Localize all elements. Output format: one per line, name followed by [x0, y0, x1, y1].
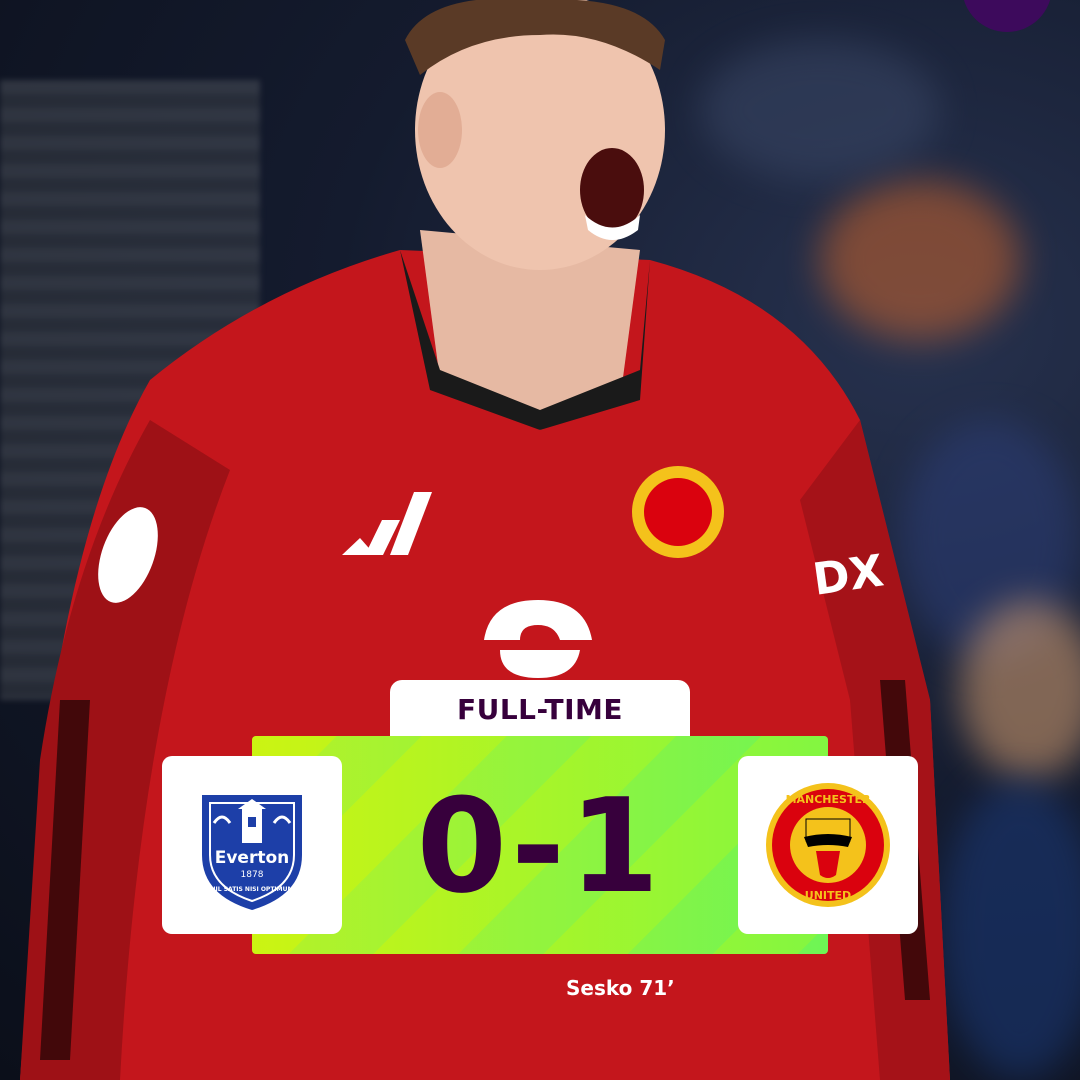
- match-status-text: FULL-TIME: [456, 692, 624, 726]
- match-result-graphic: DX FULL-TIME 0-1 Everton 1878 NIL SATIS …: [0, 0, 1080, 1080]
- score-text: 0-1: [416, 770, 664, 922]
- goal-scorer-text: Sesko 71’: [566, 976, 675, 1000]
- svg-text:DX: DX: [810, 545, 887, 605]
- full-time-label-tab: FULL-TIME: [390, 680, 690, 738]
